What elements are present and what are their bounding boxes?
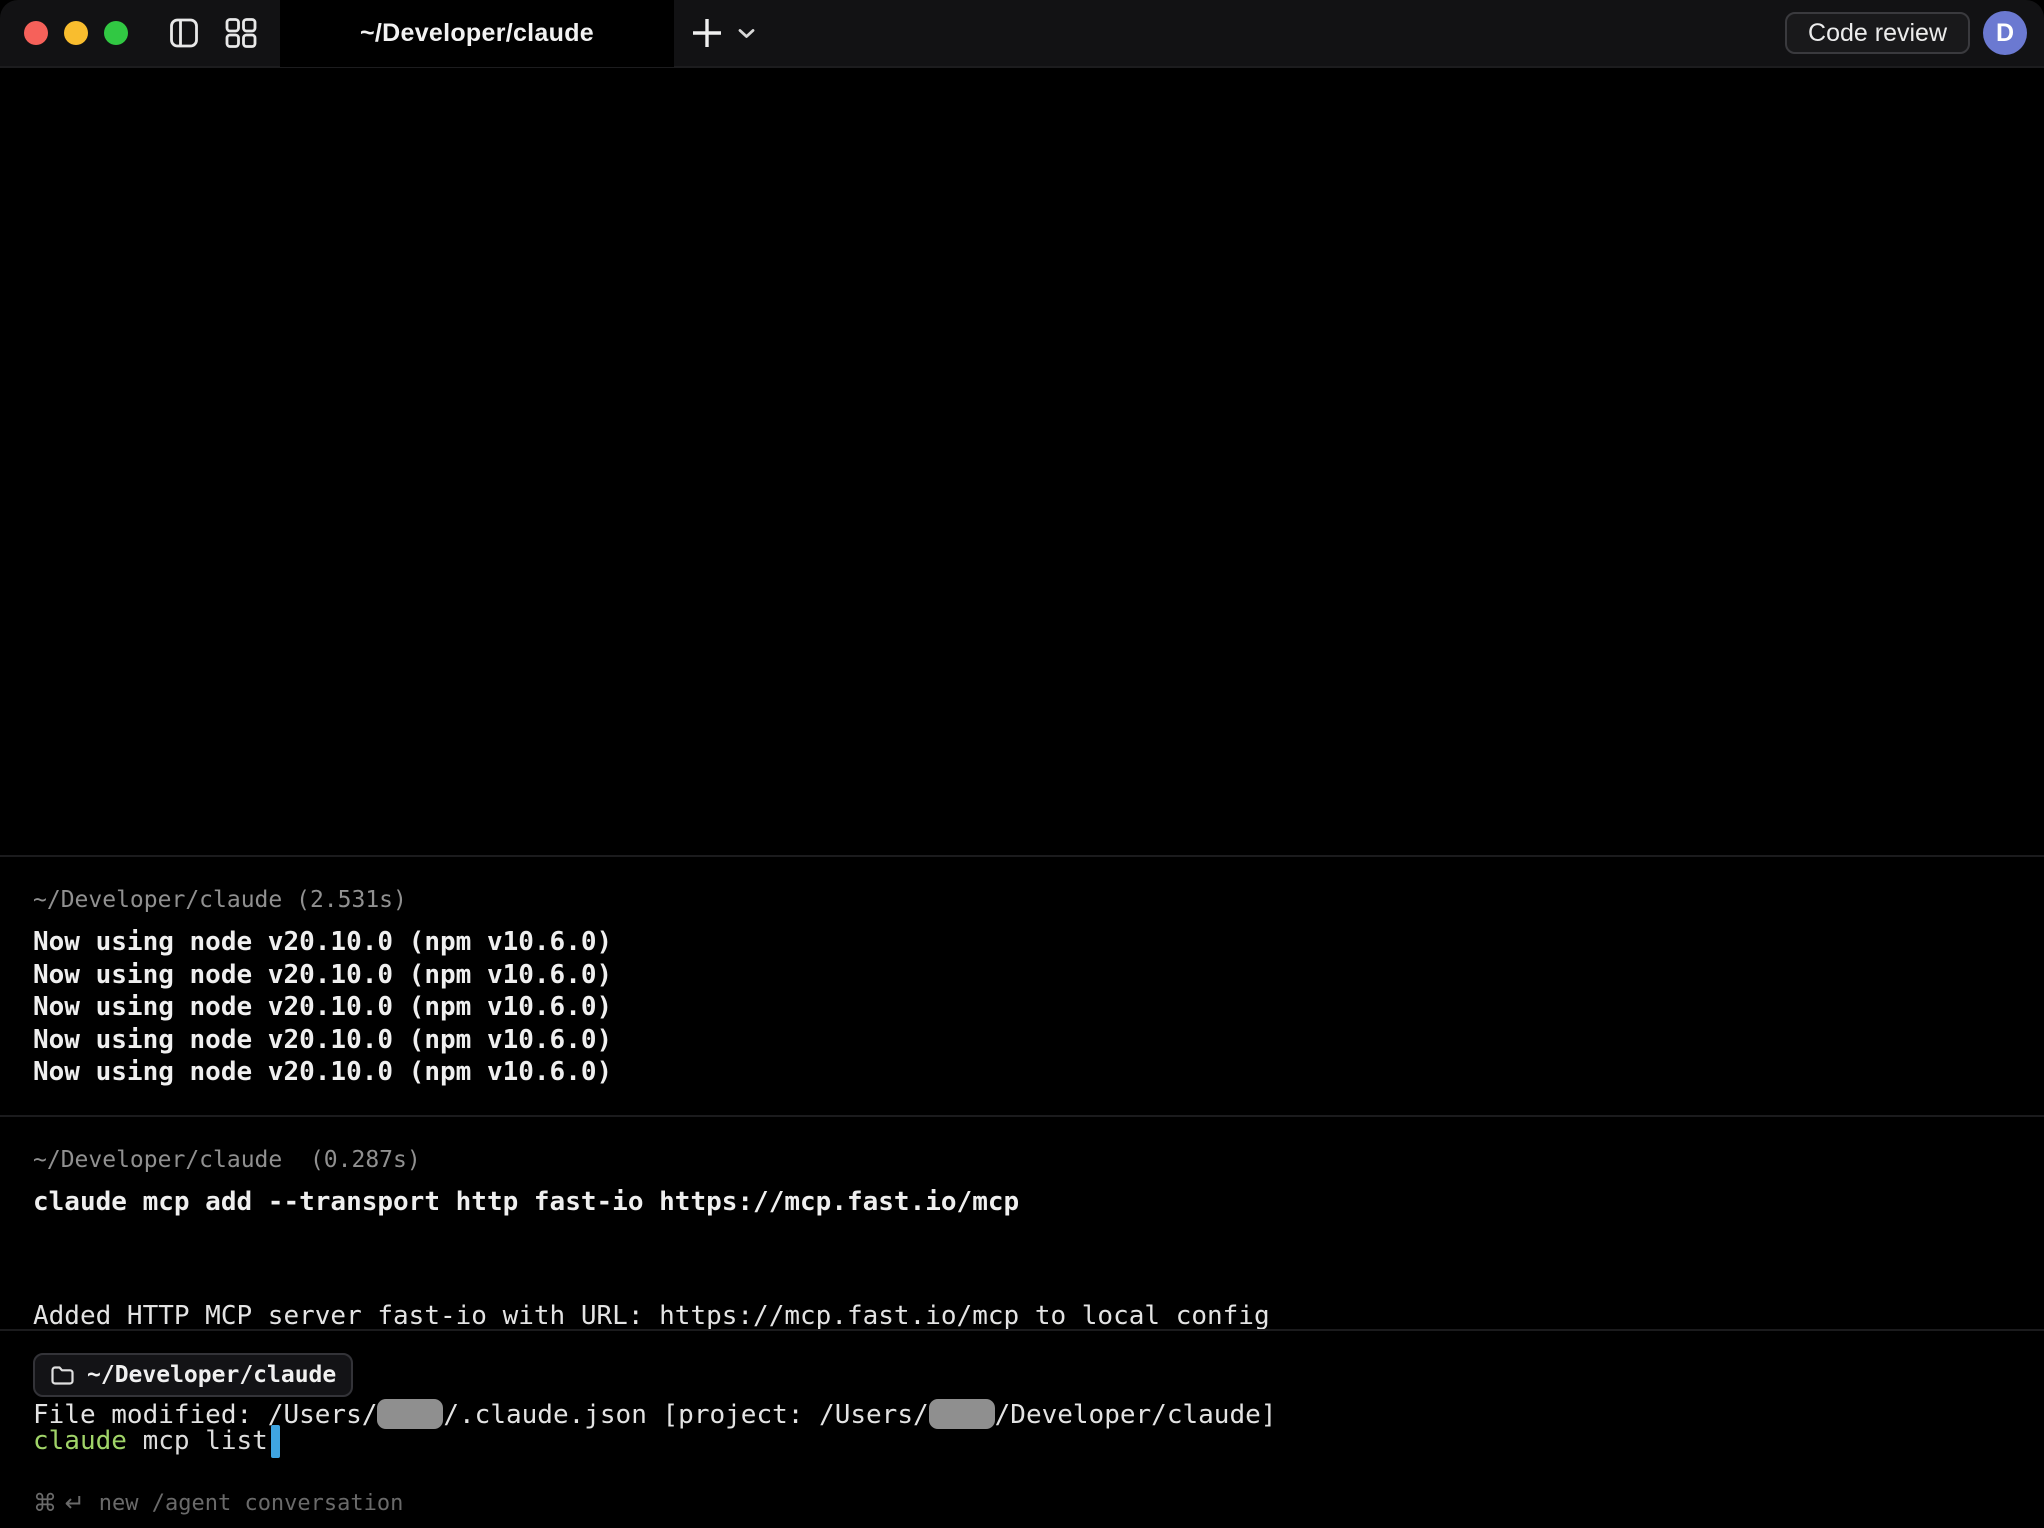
output-line: Now using node v20.10.0 (npm v10.6.0) bbox=[33, 959, 2011, 992]
block-header: ~/Developer/claude (0.287s) bbox=[33, 1147, 2011, 1173]
command-input[interactable]: claude mcp list bbox=[33, 1423, 2011, 1459]
plus-icon bbox=[692, 18, 722, 48]
code-review-button[interactable]: Code review bbox=[1785, 12, 1970, 54]
output-line: Now using node v20.10.0 (npm v10.6.0) bbox=[33, 1056, 2011, 1089]
command-block-mcp-add: ~/Developer/claude (0.287s) claude mcp a… bbox=[0, 1115, 2044, 1329]
cwd-badge[interactable]: ~/Developer/claude bbox=[33, 1353, 353, 1397]
text-cursor bbox=[271, 1425, 280, 1458]
command-token-rest: mcp list bbox=[127, 1426, 268, 1456]
hint-text: new /agent conversation bbox=[99, 1491, 404, 1516]
output-line: Now using node v20.10.0 (npm v10.6.0) bbox=[33, 991, 2011, 1024]
command-text: claude mcp add --transport http fast-io … bbox=[33, 1186, 2011, 1219]
user-avatar[interactable]: D bbox=[1983, 11, 2027, 55]
sidebar-toggle-button[interactable] bbox=[170, 18, 198, 48]
minimize-window-button[interactable] bbox=[64, 21, 88, 45]
shortcut-hint: ⌘ ↵ new /agent conversation bbox=[33, 1489, 2011, 1517]
empty-scrollback bbox=[0, 68, 2044, 855]
titlebar: ~/Developer/claude Code review D bbox=[0, 0, 2044, 68]
window-controls bbox=[24, 21, 128, 45]
output-line: Now using node v20.10.0 (npm v10.6.0) bbox=[33, 1024, 2011, 1057]
prompt-block: ~/Developer/claude claude mcp list ⌘ ↵ n… bbox=[0, 1329, 2044, 1528]
chevron-down-icon bbox=[738, 28, 755, 39]
tab-options-button[interactable] bbox=[738, 28, 755, 39]
launcher-grid-button[interactable] bbox=[224, 18, 258, 48]
command-token-highlighted: claude bbox=[33, 1426, 127, 1456]
command-block-node-versions: ~/Developer/claude (2.531s) Now using no… bbox=[0, 855, 2044, 1115]
folder-icon bbox=[50, 1365, 75, 1386]
sidebar-panel-icon bbox=[170, 18, 198, 48]
output-line: Now using node v20.10.0 (npm v10.6.0) bbox=[33, 926, 2011, 959]
grid-icon bbox=[224, 18, 258, 48]
tab-developer-claude[interactable]: ~/Developer/claude bbox=[280, 0, 674, 67]
new-tab-button[interactable] bbox=[692, 18, 722, 48]
terminal-window: ~/Developer/claude Code review D bbox=[0, 0, 2044, 1528]
cwd-badge-label: ~/Developer/claude bbox=[87, 1362, 336, 1388]
tab-title: ~/Developer/claude bbox=[360, 19, 594, 48]
terminal-content: ~/Developer/claude (2.531s) Now using no… bbox=[0, 68, 2044, 1528]
block-header: ~/Developer/claude (2.531s) bbox=[33, 887, 2011, 913]
close-window-button[interactable] bbox=[24, 21, 48, 45]
zoom-window-button[interactable] bbox=[104, 21, 128, 45]
cmd-return-keys-icon: ⌘ ↵ bbox=[33, 1489, 85, 1517]
